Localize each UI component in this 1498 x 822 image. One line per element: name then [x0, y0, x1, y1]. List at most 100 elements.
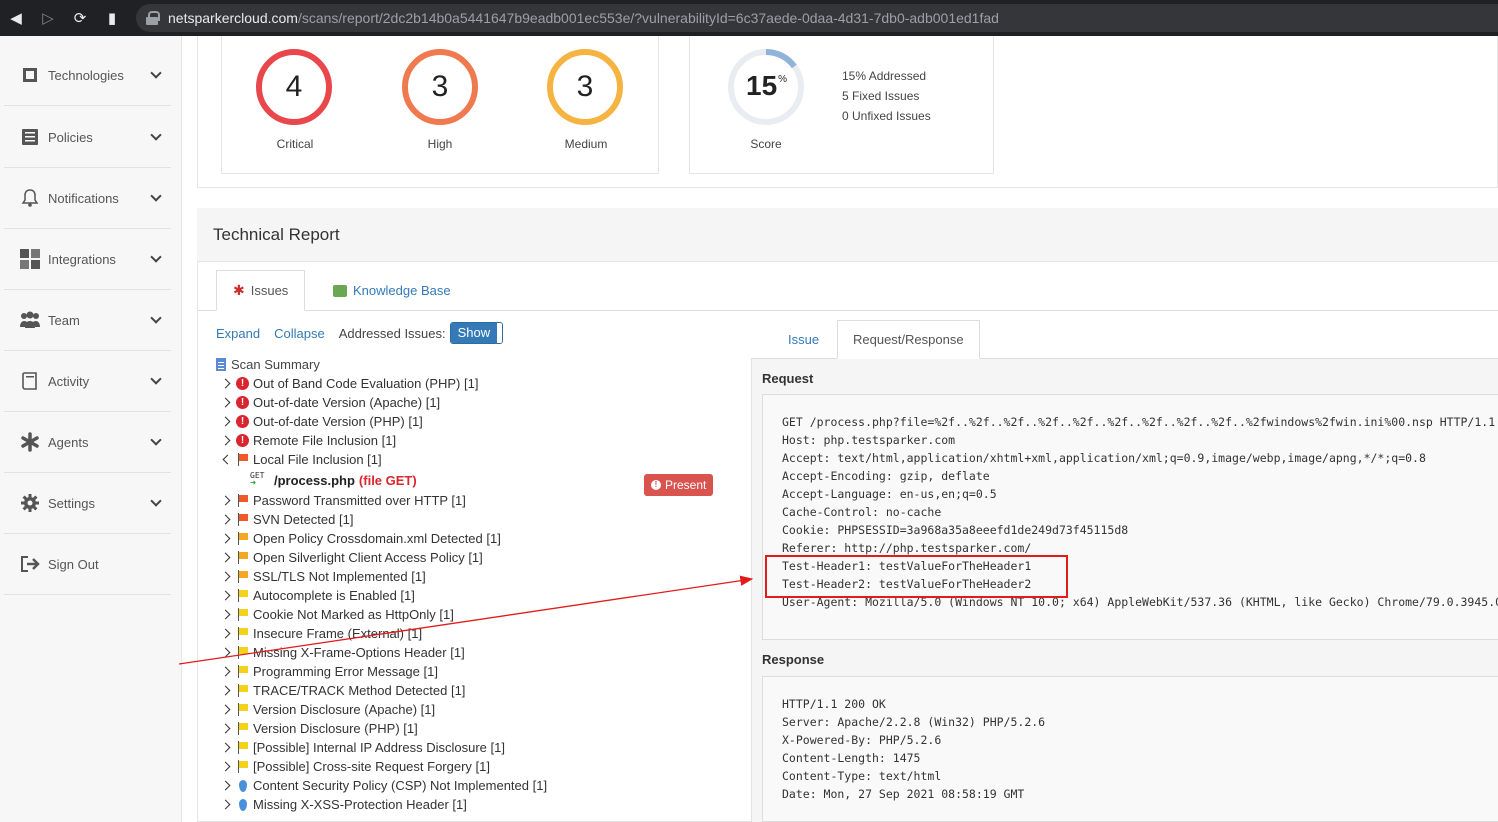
- issue-row[interactable]: [Possible] Cross-site Request Forgery [1…: [216, 757, 736, 776]
- tab-issues-label: Issues: [250, 283, 289, 298]
- sidebar-item-activity[interactable]: Activity: [4, 351, 171, 412]
- chevron-right-icon[interactable]: [220, 795, 236, 814]
- issue-row[interactable]: ! Out of Band Code Evaluation (PHP) [1]: [216, 374, 736, 393]
- sidebar-item-label: Integrations: [48, 251, 116, 267]
- chevron-right-icon[interactable]: [220, 700, 236, 719]
- chevron-down-icon[interactable]: [151, 498, 161, 508]
- expand-link[interactable]: Expand: [216, 326, 260, 341]
- issue-row[interactable]: ! Out-of-date Version (PHP) [1]: [216, 412, 736, 431]
- issue-row[interactable]: Version Disclosure (PHP) [1]: [216, 719, 736, 738]
- tab-request-response[interactable]: Request/Response: [837, 320, 980, 359]
- issue-row[interactable]: Programming Error Message [1]: [216, 662, 736, 681]
- asterisk-icon: [18, 430, 42, 454]
- sidebar-item-agents[interactable]: Agents: [4, 412, 171, 473]
- sidebar-item-team[interactable]: Team: [4, 290, 171, 351]
- chevron-right-icon[interactable]: [220, 681, 236, 700]
- instance-param: (file GET): [358, 472, 417, 488]
- chevron-right-icon[interactable]: [220, 605, 236, 624]
- sidebar-item-integrations[interactable]: Integrations: [4, 229, 171, 290]
- chevron-right-icon[interactable]: [220, 719, 236, 738]
- chevron-right-icon[interactable]: [220, 510, 236, 529]
- sidebar-item-settings[interactable]: Settings: [4, 473, 171, 534]
- chevron-right-icon[interactable]: [220, 548, 236, 567]
- collapse-link[interactable]: Collapse: [274, 326, 325, 341]
- issue-row[interactable]: Cookie Not Marked as HttpOnly [1]: [216, 605, 736, 624]
- sidebar-item-notifications[interactable]: Notifications: [4, 168, 171, 229]
- issue-row[interactable]: Content Security Policy (CSP) Not Implem…: [216, 776, 736, 795]
- tree-root[interactable]: Scan Summary: [216, 355, 736, 374]
- chevron-down-icon[interactable]: [151, 437, 161, 447]
- issue-label: Cookie Not Marked as HttpOnly [1]: [253, 607, 454, 622]
- chevron-right-icon[interactable]: [220, 643, 236, 662]
- issue-row[interactable]: Missing X-XSS-Protection Header [1]: [216, 795, 736, 814]
- forward-icon[interactable]: ▷: [32, 0, 64, 36]
- addressed-issues-toggle[interactable]: Show: [449, 322, 504, 344]
- chevron-right-icon[interactable]: [220, 393, 236, 412]
- critical-icon: !: [236, 415, 249, 428]
- chevron-right-icon[interactable]: [220, 491, 236, 510]
- chevron-right-icon[interactable]: [220, 529, 236, 548]
- request-title: Request: [762, 371, 814, 386]
- back-icon[interactable]: ◀: [0, 0, 32, 36]
- address-bar[interactable]: netsparkercloud.com /scans/report/2dc2b1…: [136, 4, 1498, 32]
- tab-knowledge-base[interactable]: Knowledge Base: [317, 270, 467, 311]
- chevron-right-icon[interactable]: [220, 374, 236, 393]
- issue-row[interactable]: ! Remote File Inclusion [1]: [216, 431, 736, 450]
- request-line: Accept-Encoding: gzip, deflate: [782, 469, 990, 483]
- critical-count-ring[interactable]: 4: [256, 49, 332, 125]
- score-unit: %: [778, 74, 788, 85]
- chevron-down-icon[interactable]: [151, 315, 161, 325]
- document-icon: [216, 358, 226, 371]
- toggle-show[interactable]: Show: [450, 323, 498, 343]
- issue-row[interactable]: SVN Detected [1]: [216, 510, 736, 529]
- issue-row[interactable]: Missing X-Frame-Options Header [1]: [216, 643, 736, 662]
- chevron-down-icon[interactable]: [151, 376, 161, 386]
- issue-row[interactable]: Version Disclosure (Apache) [1]: [216, 700, 736, 719]
- issue-row[interactable]: TRACE/TRACK Method Detected [1]: [216, 681, 736, 700]
- chevron-right-icon[interactable]: [220, 586, 236, 605]
- issue-row[interactable]: Open Policy Crossdomain.xml Detected [1]: [216, 529, 736, 548]
- chevron-right-icon[interactable]: [220, 624, 236, 643]
- sidebar-item-label: Agents: [48, 434, 89, 450]
- reload-icon[interactable]: ⟳: [64, 0, 96, 36]
- request-line: Accept: text/html,application/xhtml+xml,…: [782, 451, 1426, 465]
- chevron-right-icon[interactable]: [220, 567, 236, 586]
- toggle-hide[interactable]: [497, 323, 503, 343]
- chevron-right-icon[interactable]: [220, 776, 236, 795]
- chevron-right-icon[interactable]: [220, 738, 236, 757]
- tab-issues[interactable]: ✱ Issues: [216, 270, 306, 311]
- request-line: GET /process.php?file=%2f..%2f..%2f..%2f…: [782, 415, 1496, 429]
- chevron-right-icon[interactable]: [220, 431, 236, 450]
- issue-row[interactable]: ! Out-of-date Version (Apache) [1]: [216, 393, 736, 412]
- issue-row[interactable]: Open Silverlight Client Access Policy [1…: [216, 548, 736, 567]
- issue-row[interactable]: Local File Inclusion [1]: [216, 450, 736, 469]
- high-count-ring[interactable]: 3: [402, 49, 478, 125]
- issue-row[interactable]: SSL/TLS Not Implemented [1]: [216, 567, 736, 586]
- chevron-right-icon[interactable]: [220, 662, 236, 681]
- chevron-down-icon[interactable]: [151, 70, 161, 80]
- issue-label: SVN Detected [1]: [253, 512, 354, 527]
- low-flag-icon: [236, 589, 249, 602]
- chevron-right-icon[interactable]: [220, 757, 236, 776]
- sidebar-item-sign-out[interactable]: Sign Out: [4, 534, 171, 595]
- tab-issue[interactable]: Issue: [773, 320, 834, 359]
- issue-row[interactable]: Insecure Frame (External) [1]: [216, 624, 736, 643]
- issue-label: Version Disclosure (Apache) [1]: [253, 702, 436, 717]
- sidebar-item-policies[interactable]: Policies: [4, 107, 171, 168]
- issue-row[interactable]: [Possible] Internal IP Address Disclosur…: [216, 738, 736, 757]
- chevron-down-icon[interactable]: [151, 132, 161, 142]
- request-block: GET /process.php?file=%2f..%2f..%2f..%2f…: [762, 394, 1498, 640]
- bookmark-icon[interactable]: ▮: [96, 0, 128, 36]
- tree-root-label: Scan Summary: [231, 357, 320, 372]
- books-icon: [333, 284, 347, 297]
- chevron-down-icon[interactable]: [151, 193, 161, 203]
- info-pin-icon: [236, 798, 249, 811]
- issue-row[interactable]: Autocomplete is Enabled [1]: [216, 586, 736, 605]
- medium-count-ring[interactable]: 3: [547, 49, 623, 125]
- score-label: Score: [750, 137, 782, 151]
- chevron-down-icon[interactable]: [220, 450, 236, 469]
- sidebar-item-technologies[interactable]: Technologies: [4, 45, 171, 106]
- chevron-down-icon[interactable]: [151, 254, 161, 264]
- addressed-issues-label: Addressed Issues:: [338, 325, 446, 341]
- chevron-right-icon[interactable]: [220, 412, 236, 431]
